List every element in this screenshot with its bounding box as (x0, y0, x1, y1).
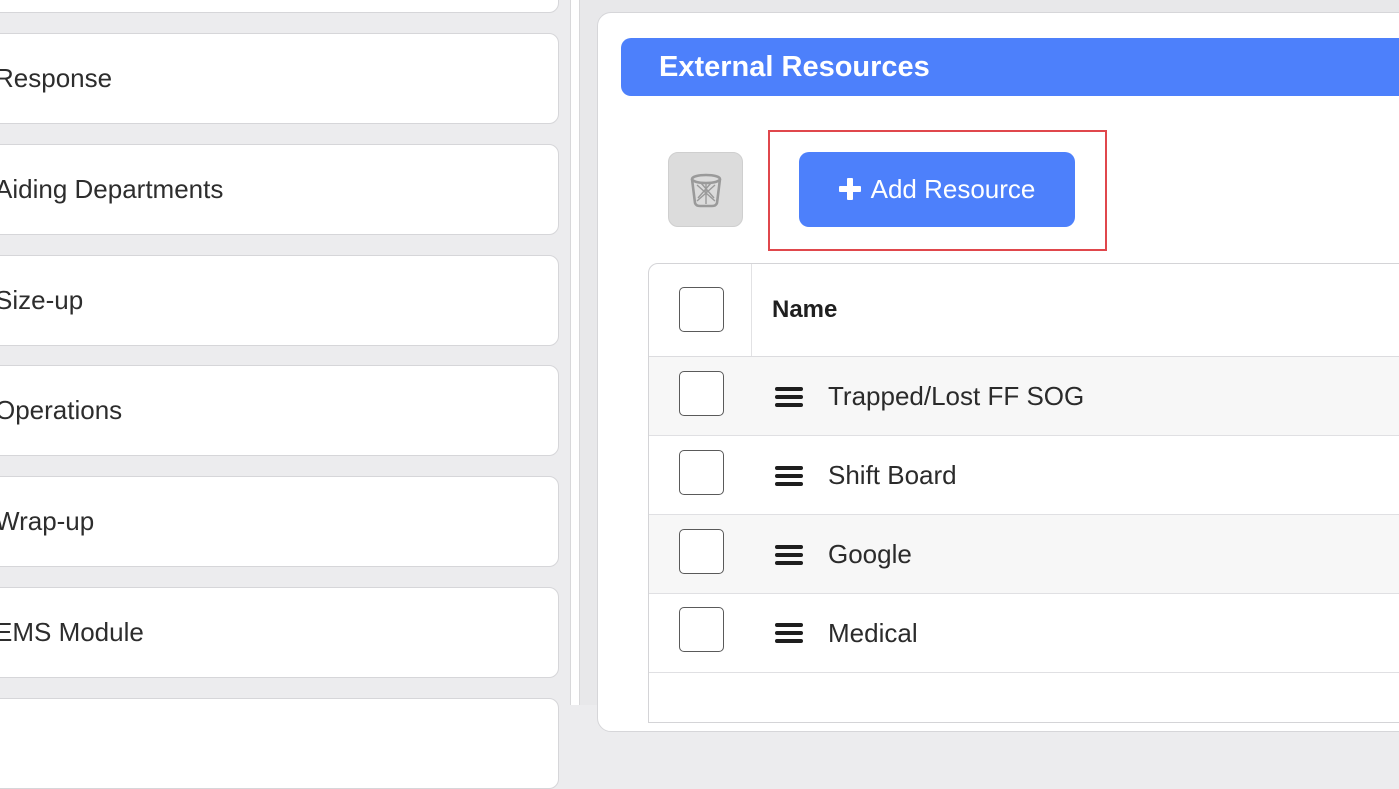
table-row: Trapped/Lost FF SOG (649, 357, 1399, 436)
sidebar-item-response[interactable]: Response (0, 33, 559, 124)
table-header: Name (649, 264, 1399, 357)
sidebar-item-label: EMS Module (0, 617, 144, 647)
sidebar-item-label: Aiding Departments (0, 174, 224, 204)
resource-name[interactable]: Medical (828, 594, 918, 673)
sidebar-item-label: Operations (0, 395, 123, 425)
sidebar-item-aiding-departments[interactable]: Aiding Departments (0, 144, 559, 235)
drag-handle-icon[interactable] (775, 623, 803, 643)
resources-table: Name Trapped/Lost FF SOG Shift Board Goo… (648, 263, 1399, 723)
delete-button[interactable] (668, 152, 743, 227)
sidebar-item-ems-module[interactable]: EMS Module (0, 587, 559, 678)
sidebar-scrollbar[interactable] (570, 0, 580, 705)
select-all-checkbox[interactable] (679, 287, 724, 332)
resource-name[interactable]: Trapped/Lost FF SOG (828, 357, 1084, 436)
resource-name[interactable]: Google (828, 515, 912, 594)
name-column-header[interactable]: Name (772, 264, 837, 356)
sidebar-item-label: Size-up (0, 285, 84, 315)
table-row: Google (649, 515, 1399, 594)
trash-icon (690, 173, 721, 207)
sidebar: Response Aiding Departments Size-up Oper… (0, 0, 570, 789)
drag-handle-icon[interactable] (775, 466, 803, 486)
sidebar-item-label: Response (0, 63, 113, 93)
row-checkbox[interactable] (679, 450, 724, 495)
row-checkbox[interactable] (679, 371, 724, 416)
select-all-cell (649, 264, 752, 356)
drag-handle-icon[interactable] (775, 387, 803, 407)
row-checkbox[interactable] (679, 529, 724, 574)
plus-icon (838, 172, 861, 206)
row-checkbox[interactable] (679, 607, 724, 652)
add-resource-label: Add Resource (870, 174, 1036, 204)
section-header: External Resources (621, 38, 1399, 96)
section-title: External Resources (659, 50, 930, 83)
resource-name[interactable]: Shift Board (828, 436, 957, 515)
table-row: Shift Board (649, 436, 1399, 515)
sidebar-item-operations[interactable]: Operations (0, 365, 559, 456)
add-resource-button[interactable]: Add Resource (799, 152, 1075, 227)
table-row: Medical (649, 594, 1399, 673)
sidebar-item-size-up[interactable]: Size-up (0, 255, 559, 346)
sidebar-item-wrap-up[interactable]: Wrap-up (0, 476, 559, 567)
plus-icon-svg (838, 177, 861, 200)
sidebar-item-next[interactable] (0, 698, 559, 789)
drag-handle-icon[interactable] (775, 545, 803, 565)
sidebar-item-previous[interactable] (0, 0, 559, 13)
sidebar-item-label: Wrap-up (0, 506, 95, 536)
